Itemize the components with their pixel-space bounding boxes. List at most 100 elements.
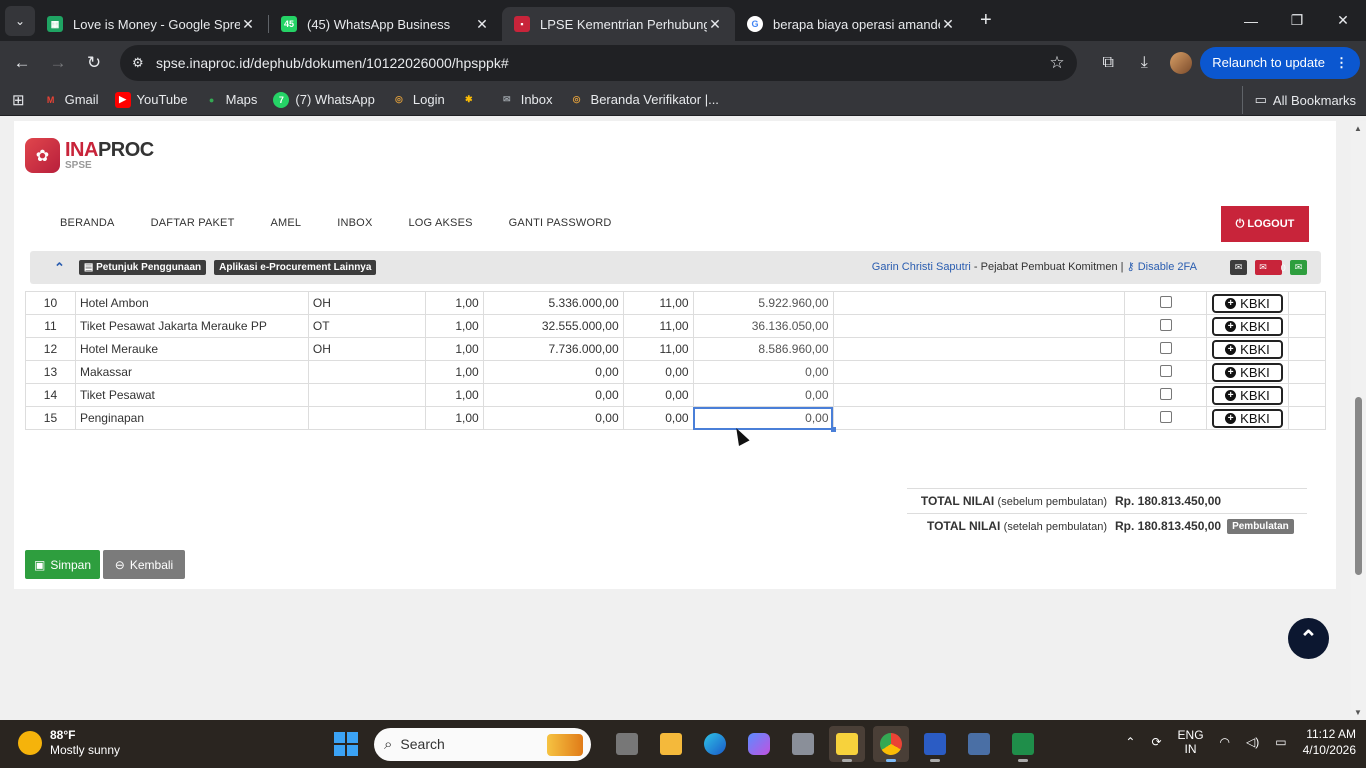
reload-icon[interactable]: ↻ (76, 45, 112, 81)
tab-whatsapp[interactable]: 45 (45) WhatsApp Business ✕ (269, 7, 502, 41)
item-tax[interactable]: 0,00 (622, 360, 694, 384)
item-unit[interactable]: OH (307, 291, 426, 315)
item-volume[interactable]: 1,00 (424, 406, 484, 430)
item-name[interactable]: Penginapan (74, 406, 309, 430)
item-name[interactable]: Tiket Pesawat Jakarta Merauke PP (74, 314, 309, 338)
item-unit[interactable]: OH (307, 337, 426, 361)
minimize-icon[interactable]: — (1228, 0, 1274, 41)
tab-search-button[interactable]: ⌄ (5, 5, 35, 36)
apps-grid-icon[interactable]: ⊞ (0, 86, 35, 114)
kbki-button[interactable]: + KBKI (1211, 385, 1283, 405)
sync-icon[interactable]: ⟳ (1151, 735, 1161, 749)
item-name[interactable]: Makassar (74, 360, 309, 384)
close-icon[interactable]: ✕ (707, 16, 723, 33)
item-name[interactable]: Tiket Pesawat (74, 383, 309, 407)
item-note[interactable] (832, 360, 1126, 384)
scroll-to-top-button[interactable]: ⌃ (1288, 618, 1329, 659)
tray-chevron-up-icon[interactable]: ⌃ (1125, 735, 1135, 749)
item-note[interactable] (832, 383, 1126, 407)
open-mail-icon[interactable]: ✉ (1290, 260, 1307, 275)
bookmark-whatsapp[interactable]: 7 (7) WhatsApp (265, 86, 382, 114)
close-icon[interactable]: ✕ (240, 16, 256, 33)
disable-2fa-link[interactable]: ⚷ Disable 2FA (1127, 261, 1197, 273)
row-checkbox[interactable] (1159, 387, 1172, 400)
relaunch-button[interactable]: Relaunch to update ⋮ (1200, 46, 1360, 79)
item-volume[interactable]: 1,00 (424, 337, 484, 361)
nav-beranda[interactable]: BERANDA (60, 217, 115, 229)
item-tax[interactable]: 11,00 (622, 314, 694, 338)
tab-lpse[interactable]: ▪ LPSE Kementrian Perhubungan ✕ (502, 7, 735, 41)
row-checkbox[interactable] (1159, 341, 1172, 354)
item-price[interactable]: 0,00 (482, 360, 624, 384)
nav-daftar-paket[interactable]: DAFTAR PAKET (151, 217, 235, 229)
item-price[interactable]: 32.555.000,00 (482, 314, 624, 338)
item-volume[interactable]: 1,00 (424, 314, 484, 338)
close-icon[interactable]: ✕ (940, 16, 956, 33)
item-note[interactable] (832, 314, 1126, 338)
item-tax[interactable]: 0,00 (622, 383, 694, 407)
item-volume[interactable]: 1,00 (424, 360, 484, 384)
language-indicator[interactable]: ENG IN (1178, 728, 1204, 756)
item-total[interactable]: 0,00 (692, 406, 836, 433)
site-info-icon[interactable]: ⚙ (132, 55, 156, 71)
all-bookmarks[interactable]: ▭ All Bookmarks (1241, 86, 1356, 114)
bookmark-maps[interactable]: ● Maps (196, 86, 266, 114)
battery-icon[interactable]: ▭ (1275, 735, 1286, 749)
user-name[interactable]: Garin Christi Saputri (872, 261, 971, 273)
taskbar-search[interactable]: ⌕ Search (374, 727, 591, 761)
envelope-icon[interactable]: ✉ (1230, 260, 1247, 275)
item-price[interactable]: 0,00 (482, 406, 624, 430)
scrollbar-thumb[interactable] (1355, 397, 1362, 575)
item-name[interactable]: Hotel Merauke (74, 337, 309, 361)
inbox-count-badge[interactable]: ✉ 0 (1255, 260, 1286, 275)
row-checkbox[interactable] (1159, 318, 1172, 331)
page-scrollbar[interactable]: ▲ ▼ (1351, 121, 1366, 720)
nav-amel[interactable]: AMEL (270, 217, 301, 229)
bookmark-beranda-verifikator[interactable]: ◎ Beranda Verifikator |... (561, 86, 727, 114)
item-total[interactable]: 36.136.050,00 (692, 314, 834, 338)
item-price[interactable]: 0,00 (482, 383, 624, 407)
aplikasi-lainnya-button[interactable]: Aplikasi e-Procurement Lainnya (214, 260, 377, 275)
camera-icon[interactable] (785, 726, 821, 762)
extensions-icon[interactable]: ⧉ (1090, 54, 1126, 72)
maximize-icon[interactable]: ❐ (1274, 0, 1320, 41)
volume-icon[interactable]: ◁) (1246, 735, 1259, 749)
kbki-button[interactable]: + KBKI (1211, 408, 1283, 428)
item-unit[interactable]: OT (307, 314, 426, 338)
taskview-icon[interactable] (609, 726, 645, 762)
pembulatan-button[interactable]: Pembulatan (1227, 518, 1294, 534)
scroll-down-arrow-icon[interactable]: ▼ (1354, 708, 1362, 717)
item-note[interactable] (832, 337, 1126, 361)
new-tab-button[interactable]: + (980, 9, 992, 32)
close-icon[interactable]: ✕ (474, 16, 490, 33)
item-unit[interactable] (307, 406, 426, 430)
profile-avatar[interactable] (1170, 51, 1193, 74)
item-total[interactable]: 8.586.960,00 (692, 337, 834, 361)
url-text[interactable]: spse.inaproc.id/dephub/dokumen/101220260… (156, 55, 1037, 71)
sticky-notes-icon[interactable] (829, 726, 865, 762)
item-tax[interactable]: 0,00 (622, 406, 694, 430)
address-bar[interactable]: ⚙ spse.inaproc.id/dephub/dokumen/1012202… (120, 45, 1077, 81)
item-note[interactable] (832, 406, 1126, 430)
tab-google[interactable]: G berapa biaya operasi amandel - ✕ (735, 7, 968, 41)
row-checkbox[interactable] (1159, 364, 1172, 377)
bookmark-login[interactable]: ◎ Login (383, 86, 453, 114)
item-name[interactable]: Hotel Ambon (74, 291, 309, 315)
bookmark-gmail[interactable]: M Gmail (35, 86, 107, 114)
nav-log-akses[interactable]: LOG AKSES (408, 217, 472, 229)
edge-icon[interactable] (697, 726, 733, 762)
item-price[interactable]: 7.736.000,00 (482, 337, 624, 361)
kbki-button[interactable]: + KBKI (1211, 293, 1283, 313)
item-total[interactable]: 5.922.960,00 (692, 291, 834, 315)
item-tax[interactable]: 11,00 (622, 291, 694, 315)
item-volume[interactable]: 1,00 (424, 291, 484, 315)
row-checkbox[interactable] (1159, 295, 1172, 308)
item-total[interactable]: 0,00 (692, 383, 834, 407)
bookmark-star-icon[interactable]: ☆ (1037, 53, 1077, 73)
scroll-up-arrow-icon[interactable]: ▲ (1354, 124, 1362, 133)
bookmark-inbox[interactable]: ✉ Inbox (491, 86, 561, 114)
item-unit[interactable] (307, 383, 426, 407)
clock[interactable]: 11:12 AM 4/10/2026 (1303, 726, 1356, 758)
item-price[interactable]: 5.336.000,00 (482, 291, 624, 315)
forward-icon[interactable]: → (40, 45, 76, 81)
